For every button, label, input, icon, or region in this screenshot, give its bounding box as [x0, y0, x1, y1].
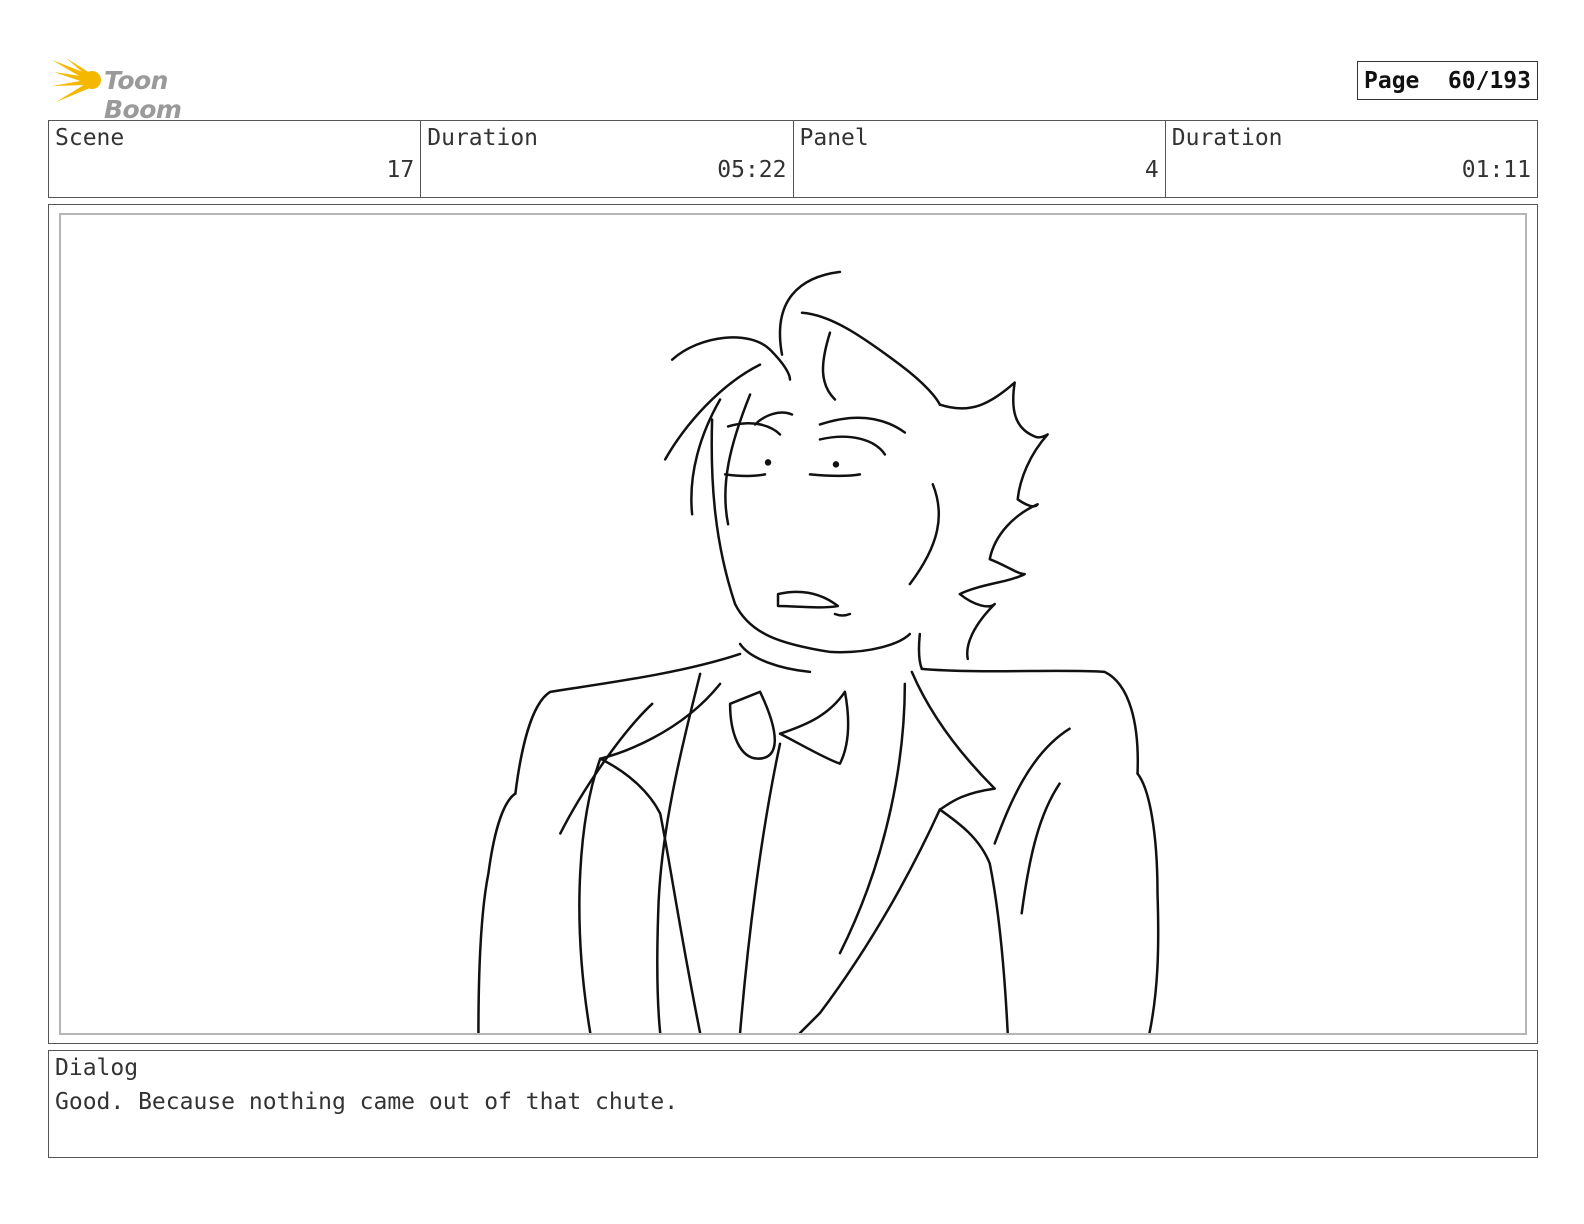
scene-value: 17	[386, 157, 415, 183]
dialog-box: Dialog Good. Because nothing came out of…	[48, 1050, 1538, 1158]
storyboard-frame	[48, 204, 1538, 1044]
scene-duration-value: 05:22	[717, 157, 787, 183]
panel-label: Panel	[799, 125, 869, 151]
scene-cell: Scene 17	[49, 121, 422, 197]
storyboard-image-area	[59, 213, 1527, 1035]
scene-duration-label: Duration	[427, 125, 539, 151]
page-label: Page	[1364, 67, 1420, 94]
page-value: 60/193	[1447, 67, 1531, 94]
star-burst-icon	[52, 58, 101, 102]
panel-duration-label: Duration	[1171, 125, 1283, 151]
dialog-text: Good. Because nothing came out of that c…	[55, 1089, 679, 1115]
panel-info-row: Scene 17 Duration 05:22 Panel 4 Duration…	[48, 120, 1538, 198]
character-sketch	[477, 270, 1160, 1033]
page-counter: Page 60/193	[1357, 61, 1538, 100]
toon-boom-logo: Toon Boom	[52, 56, 252, 124]
panel-duration-value: 01:11	[1461, 157, 1531, 183]
logo-text: Toon Boom	[104, 66, 182, 124]
scene-duration-cell: Duration 05:22	[421, 121, 794, 197]
panel-duration-cell: Duration 01:11	[1166, 121, 1537, 197]
dialog-label: Dialog	[55, 1055, 139, 1081]
panel-cell: Panel 4	[794, 121, 1166, 197]
scene-label: Scene	[55, 125, 125, 151]
panel-value: 4	[1144, 157, 1159, 183]
